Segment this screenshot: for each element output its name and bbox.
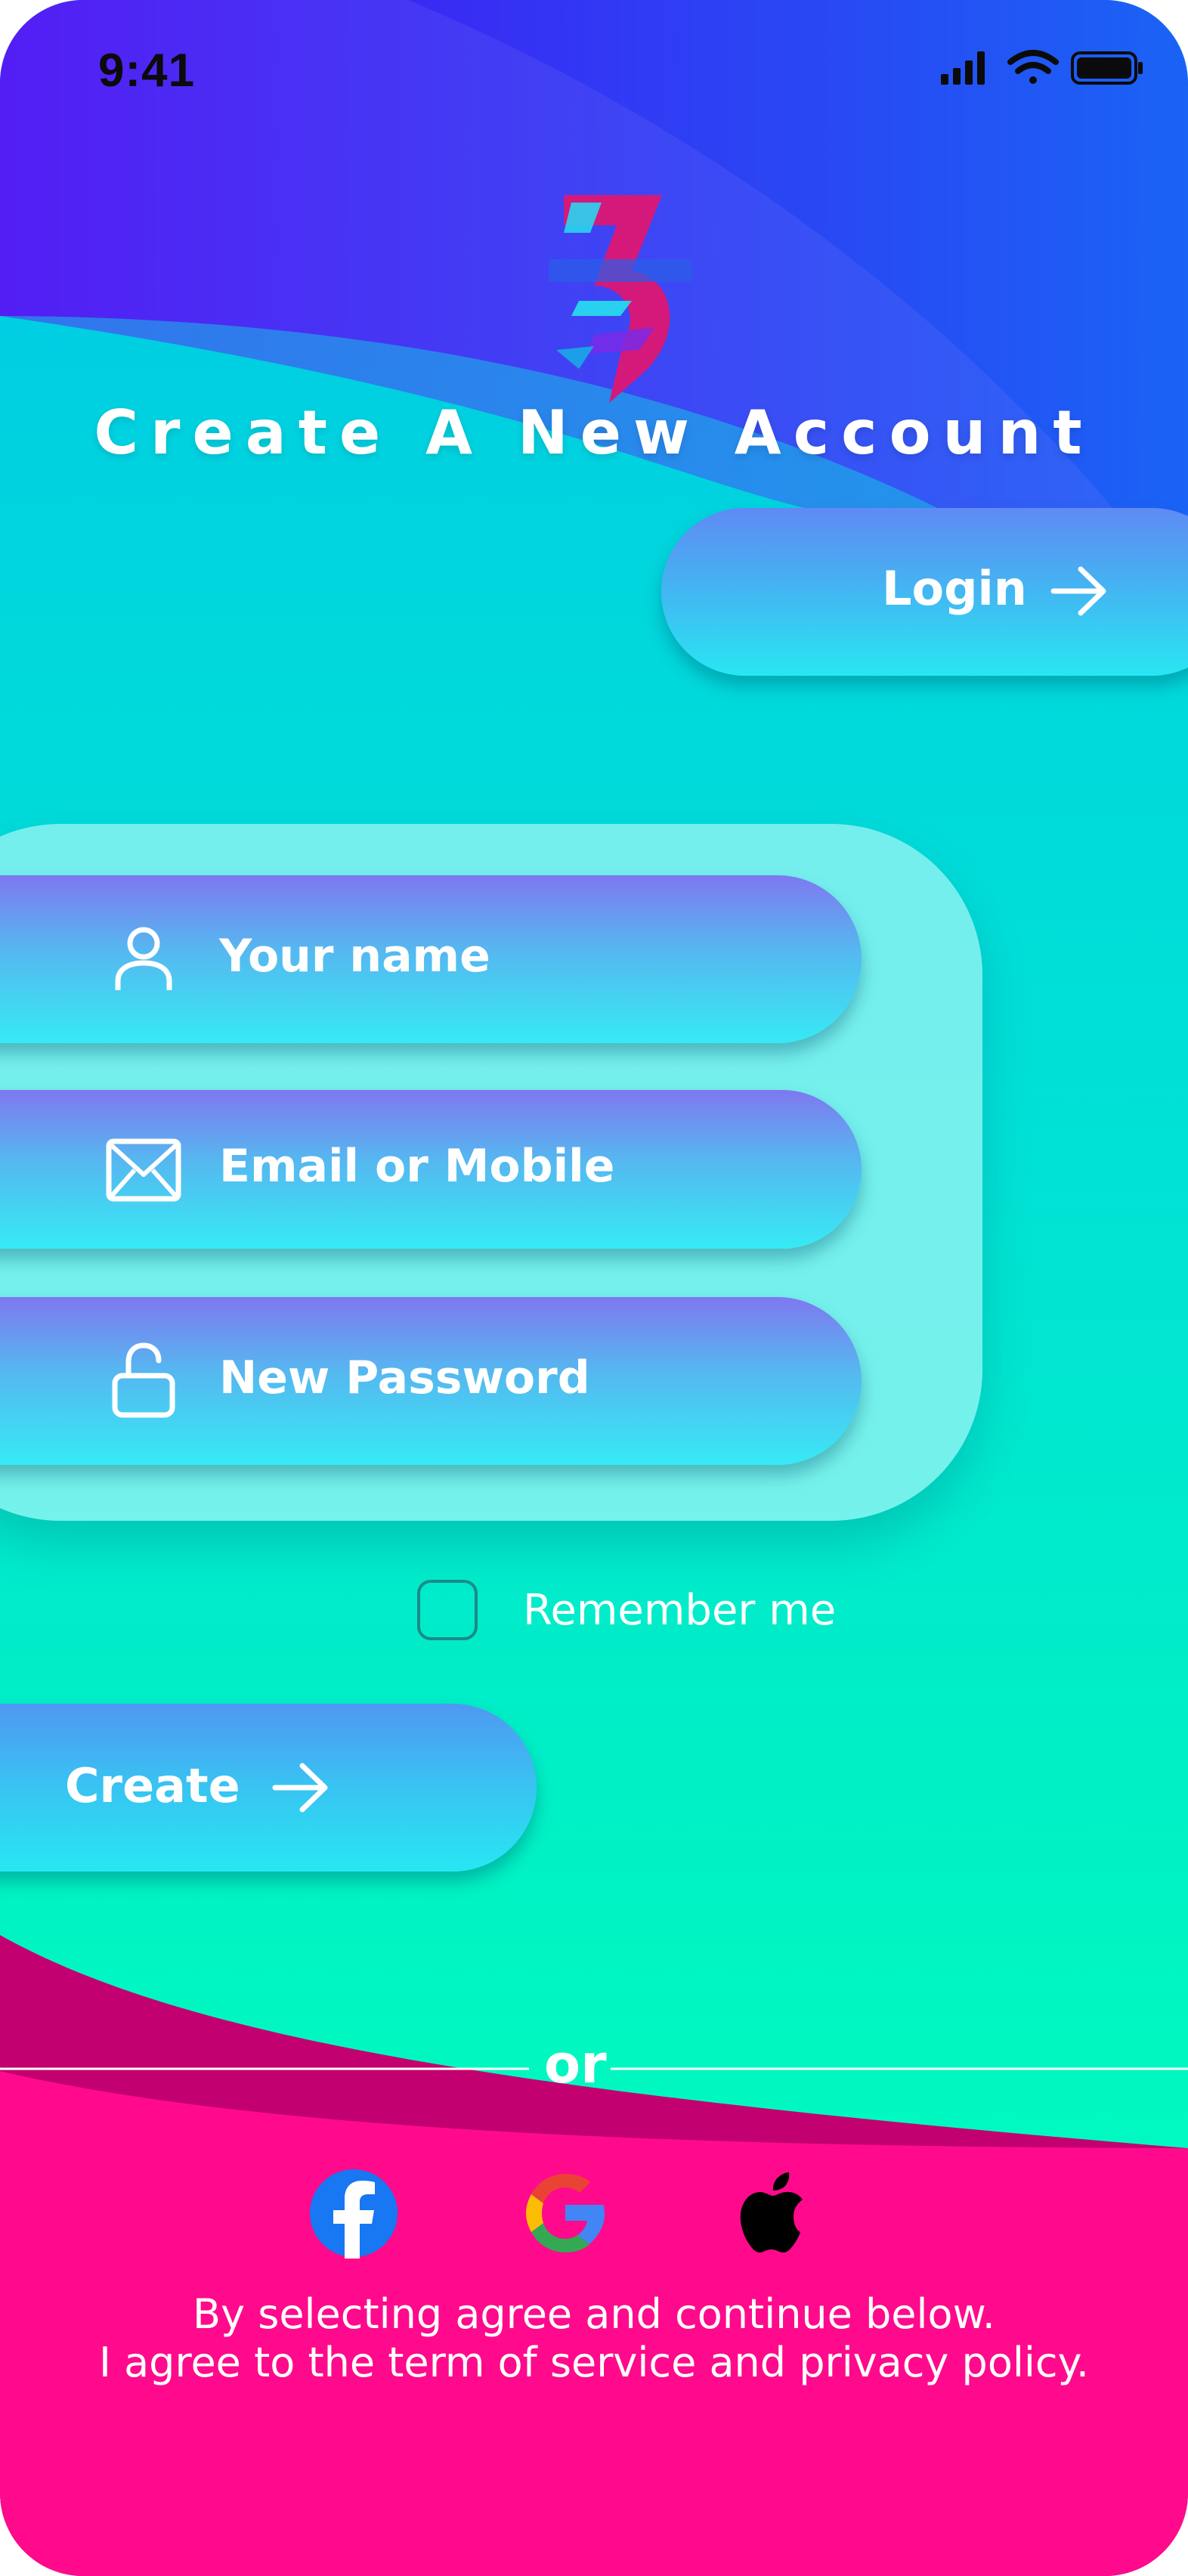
legal-line-2: I agree to the term of service and priva… — [98, 2339, 1089, 2386]
motion-logo — [549, 195, 692, 403]
legal-text: By selecting agree and continue below. I… — [0, 2290, 1188, 2387]
arrow-right-icon — [1050, 566, 1106, 616]
password-placeholder: New Password — [219, 1351, 590, 1404]
create-button[interactable]: Create — [0, 1704, 537, 1872]
remember-checkbox[interactable] — [417, 1580, 478, 1640]
phone-screen: 9:41 Create A New Account Login Your nam… — [0, 0, 1188, 2576]
google-icon[interactable] — [520, 2168, 611, 2259]
page-title: Create A New Account — [94, 398, 1094, 468]
facebook-icon[interactable] — [308, 2168, 399, 2259]
login-button[interactable]: Login — [661, 508, 1188, 676]
password-field[interactable]: New Password — [0, 1297, 862, 1465]
status-icons — [941, 50, 1143, 85]
arrow-right-icon — [272, 1763, 328, 1813]
unlock-icon — [112, 1342, 175, 1418]
status-time: 9:41 — [98, 45, 196, 97]
apple-icon[interactable] — [732, 2168, 822, 2259]
wifi-icon — [1007, 50, 1059, 84]
user-icon — [115, 927, 172, 990]
signal-icon — [941, 51, 985, 85]
battery-icon — [1071, 51, 1143, 85]
legal-line-1: By selecting agree and continue below. — [193, 2290, 995, 2338]
name-field[interactable]: Your name — [0, 875, 862, 1043]
mail-icon — [106, 1138, 181, 1202]
login-button-label: Login — [882, 561, 1027, 616]
divider-or: or — [544, 2033, 607, 2095]
remember-label[interactable]: Remember me — [523, 1586, 836, 1635]
create-button-label: Create — [65, 1758, 240, 1813]
email-placeholder: Email or Mobile — [219, 1140, 615, 1193]
name-placeholder: Your name — [219, 930, 490, 983]
email-field[interactable]: Email or Mobile — [0, 1090, 862, 1249]
